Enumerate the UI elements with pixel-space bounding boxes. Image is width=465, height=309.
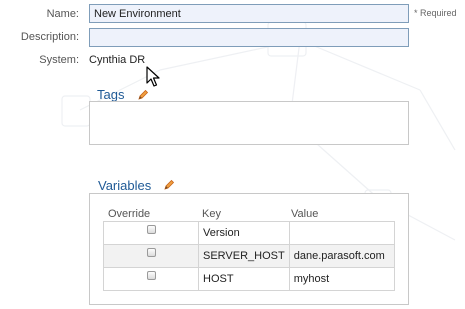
override-checkbox[interactable] bbox=[146, 225, 156, 234]
column-header-override: Override bbox=[108, 208, 151, 220]
required-note: * Required bbox=[414, 8, 457, 18]
override-cell bbox=[103, 267, 199, 291]
override-checkbox[interactable] bbox=[146, 248, 156, 257]
key-cell: SERVER_HOST bbox=[198, 244, 290, 268]
value-cell: dane.parasoft.com bbox=[288, 244, 396, 268]
mouse-cursor-icon bbox=[146, 66, 160, 87]
tags-box[interactable] bbox=[89, 101, 409, 145]
system-value: Cynthia DR bbox=[89, 54, 146, 66]
system-label: System: bbox=[39, 54, 79, 66]
pencil-icon[interactable] bbox=[163, 179, 175, 191]
override-cell bbox=[103, 244, 199, 268]
value-cell bbox=[288, 221, 396, 245]
override-checkbox[interactable] bbox=[146, 271, 156, 280]
column-header-value: Value bbox=[291, 208, 319, 220]
tags-title: Tags bbox=[97, 87, 125, 102]
override-cell bbox=[103, 221, 199, 245]
variables-title: Variables bbox=[98, 178, 152, 193]
key-cell: Version bbox=[198, 221, 290, 245]
key-cell: HOST bbox=[198, 267, 290, 291]
description-label: Description: bbox=[20, 31, 79, 43]
value-cell: myhost bbox=[288, 267, 396, 291]
variables-table: Version SERVER_HOST dane.parasoft.com HO… bbox=[103, 221, 396, 291]
table-row: SERVER_HOST dane.parasoft.com bbox=[103, 244, 396, 268]
table-row: Version bbox=[103, 221, 396, 245]
description-input[interactable] bbox=[89, 28, 409, 47]
name-label: Name: bbox=[46, 8, 79, 20]
pencil-icon[interactable] bbox=[137, 89, 149, 101]
name-input[interactable] bbox=[89, 4, 409, 23]
table-row: HOST myhost bbox=[103, 267, 396, 291]
column-header-key: Key bbox=[202, 208, 221, 220]
